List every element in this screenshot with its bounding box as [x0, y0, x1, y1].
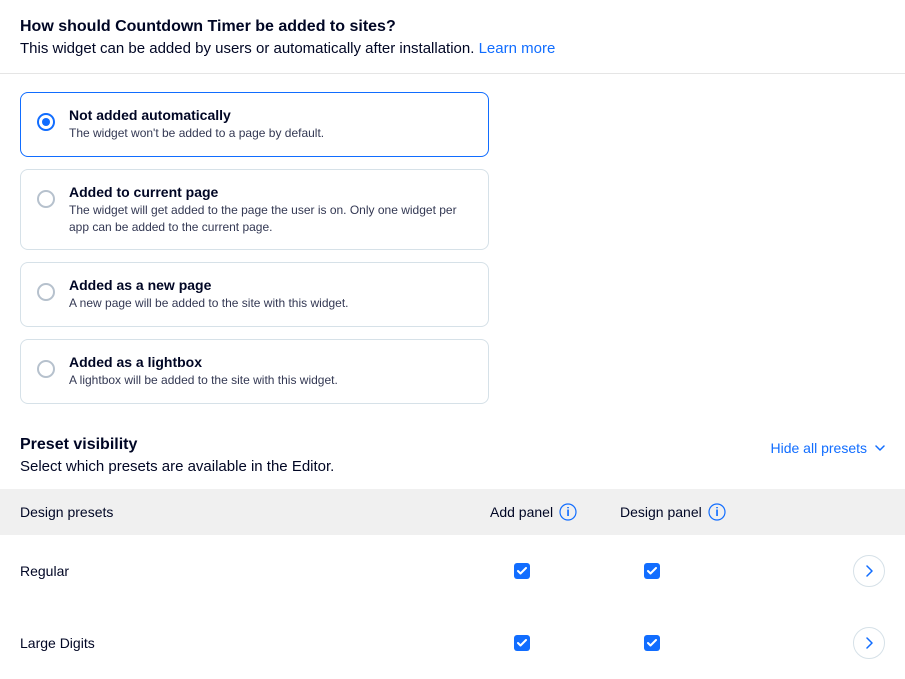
- design-panel-checkbox[interactable]: [644, 563, 660, 579]
- preset-header-left: Preset visibility Select which presets a…: [20, 436, 771, 475]
- col-design-presets-header: Design presets: [20, 504, 490, 520]
- radio-indicator: [37, 360, 55, 378]
- col-design-panel-header: Design panel i: [620, 503, 770, 521]
- radio-option-not-added[interactable]: Not added automatically The widget won't…: [20, 92, 489, 157]
- radio-content: Not added automatically The widget won't…: [69, 107, 472, 142]
- design-panel-cell: [620, 635, 770, 651]
- col-add-panel-header: Add panel i: [490, 503, 620, 521]
- action-cell: [770, 627, 885, 659]
- preset-subtitle: Select which presets are available in th…: [20, 458, 771, 475]
- preset-name: Regular: [20, 563, 490, 579]
- radio-indicator: [37, 283, 55, 301]
- add-options-section: How should Countdown Timer be added to s…: [0, 0, 905, 57]
- radio-indicator: [37, 113, 55, 131]
- preset-title: Preset visibility: [20, 436, 771, 454]
- preset-name: Large Digits: [20, 635, 490, 651]
- radio-desc: A lightbox will be added to the site wit…: [69, 372, 472, 389]
- radio-indicator: [37, 190, 55, 208]
- hide-all-label: Hide all presets: [771, 440, 868, 456]
- add-panel-checkbox[interactable]: [514, 563, 530, 579]
- table-row: Regular: [0, 535, 905, 607]
- preset-table-header: Design presets Add panel i Design panel …: [0, 489, 905, 535]
- radio-title: Added to current page: [69, 184, 472, 200]
- row-expand-button[interactable]: [853, 627, 885, 659]
- info-icon[interactable]: i: [559, 503, 577, 521]
- design-panel-label: Design panel: [620, 504, 702, 520]
- design-panel-checkbox[interactable]: [644, 635, 660, 651]
- learn-more-link[interactable]: Learn more: [479, 40, 556, 57]
- chevron-down-icon: [875, 445, 885, 451]
- radio-option-lightbox[interactable]: Added as a lightbox A lightbox will be a…: [20, 339, 489, 404]
- row-expand-button[interactable]: [853, 555, 885, 587]
- hide-all-presets-button[interactable]: Hide all presets: [771, 440, 886, 456]
- action-cell: [770, 555, 885, 587]
- radio-content: Added as a new page A new page will be a…: [69, 277, 472, 312]
- radio-option-current-page[interactable]: Added to current page The widget will ge…: [20, 169, 489, 251]
- preset-header: Preset visibility Select which presets a…: [0, 414, 905, 489]
- radio-group: Not added automatically The widget won't…: [0, 74, 905, 414]
- radio-title: Not added automatically: [69, 107, 472, 123]
- radio-content: Added as a lightbox A lightbox will be a…: [69, 354, 472, 389]
- radio-title: Added as a new page: [69, 277, 472, 293]
- section-subtitle: This widget can be added by users or aut…: [20, 40, 885, 57]
- radio-content: Added to current page The widget will ge…: [69, 184, 472, 236]
- info-icon[interactable]: i: [708, 503, 726, 521]
- table-row: Large Digits: [0, 607, 905, 679]
- svg-text:i: i: [566, 505, 569, 519]
- add-panel-label: Add panel: [490, 504, 553, 520]
- radio-desc: The widget won't be added to a page by d…: [69, 125, 472, 142]
- add-panel-cell: [490, 563, 620, 579]
- radio-title: Added as a lightbox: [69, 354, 472, 370]
- add-panel-cell: [490, 635, 620, 651]
- radio-option-new-page[interactable]: Added as a new page A new page will be a…: [20, 262, 489, 327]
- design-panel-cell: [620, 563, 770, 579]
- subtitle-text: This widget can be added by users or aut…: [20, 40, 479, 57]
- radio-desc: The widget will get added to the page th…: [69, 202, 472, 236]
- radio-desc: A new page will be added to the site wit…: [69, 295, 472, 312]
- add-panel-checkbox[interactable]: [514, 635, 530, 651]
- svg-text:i: i: [715, 505, 718, 519]
- section-title: How should Countdown Timer be added to s…: [20, 18, 885, 36]
